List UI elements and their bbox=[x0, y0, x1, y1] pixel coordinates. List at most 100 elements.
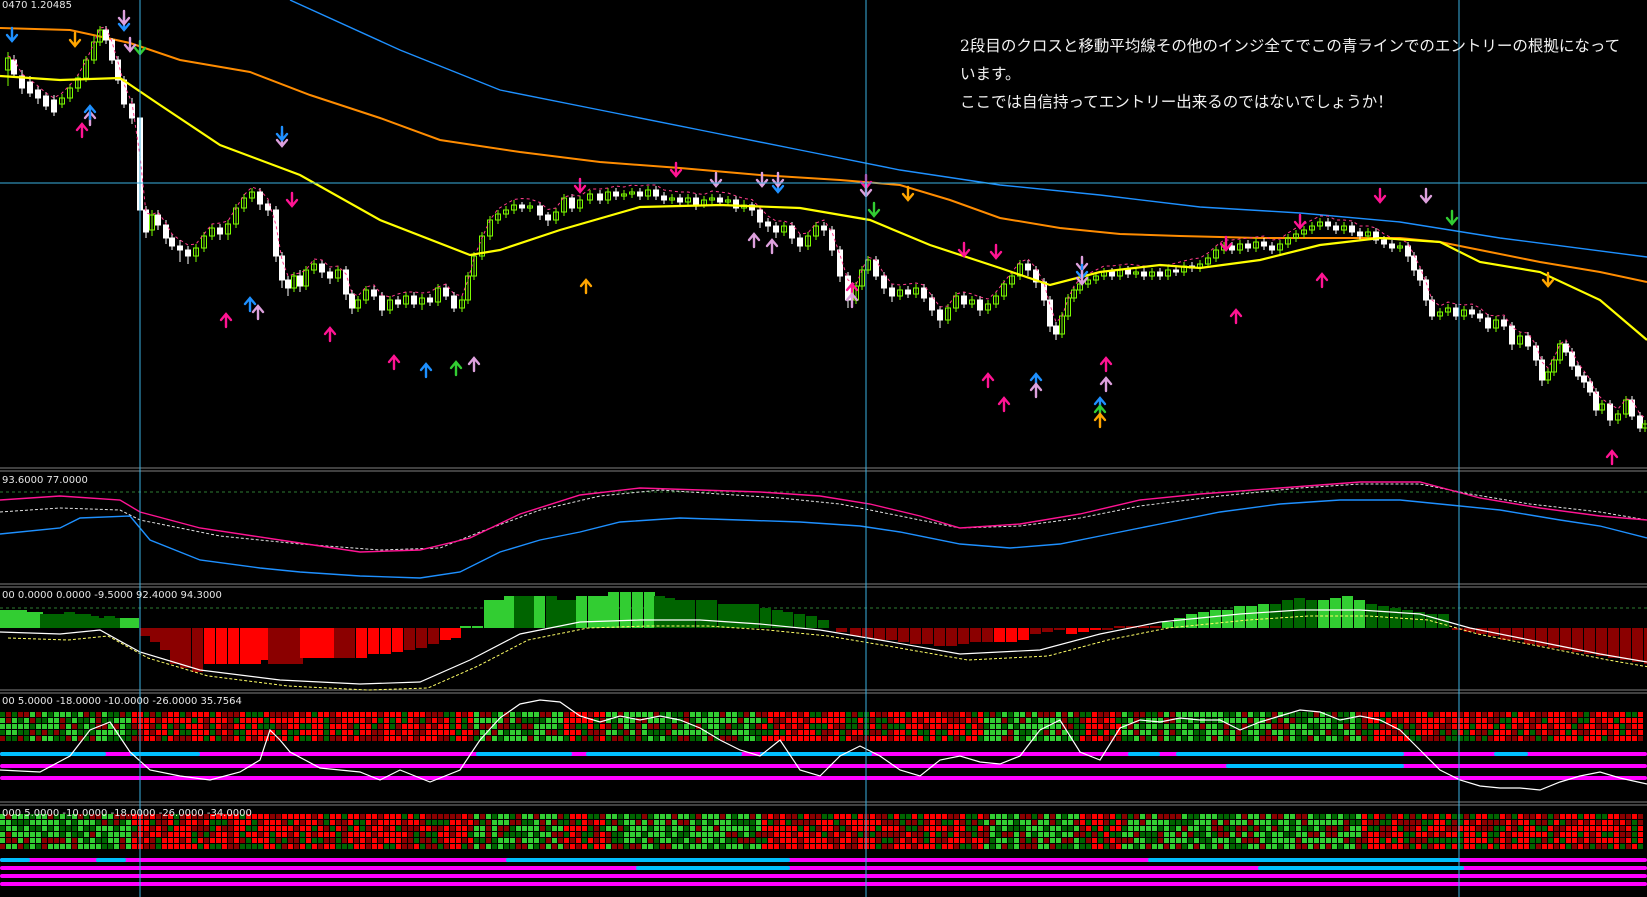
panel5-grid-cell bbox=[834, 832, 839, 837]
panel4-grid-cell bbox=[1038, 718, 1043, 723]
panel5-grid-cell bbox=[1428, 826, 1433, 831]
panel5-grid-cell bbox=[540, 844, 545, 849]
panel5-grid-cell bbox=[168, 844, 173, 849]
panel5-grid-cell bbox=[618, 832, 623, 837]
histogram-bar-98 bbox=[1030, 628, 1041, 634]
panel4-grid-cell bbox=[90, 712, 95, 717]
panel5-grid-cell bbox=[1596, 844, 1601, 849]
panel4-grid-cell bbox=[1212, 736, 1217, 741]
panel5-grid-cell bbox=[1278, 844, 1283, 849]
panel4-grid-cell bbox=[756, 730, 761, 735]
panel5-grid-cell bbox=[0, 826, 5, 831]
panel5-grid-cell bbox=[438, 820, 443, 825]
panel4-grid-cell bbox=[330, 718, 335, 723]
panel5-grid-cell bbox=[192, 826, 197, 831]
panel5-grid-cell bbox=[30, 844, 35, 849]
panel4-grid-cell bbox=[726, 712, 731, 717]
panel4-grid-cell bbox=[720, 724, 725, 729]
panel4-grid-cell bbox=[780, 718, 785, 723]
panel5-grid-cell bbox=[678, 844, 683, 849]
panel4-grid-cell bbox=[666, 730, 671, 735]
panel5-grid-cell bbox=[1392, 820, 1397, 825]
panel4-grid-cell bbox=[816, 736, 821, 741]
panel5-grid-cell bbox=[390, 832, 395, 837]
panel5-grid-cell bbox=[1206, 826, 1211, 831]
panel4-grid-cell bbox=[1128, 712, 1133, 717]
panel5-grid-cell bbox=[360, 844, 365, 849]
panel5-grid-cell bbox=[804, 820, 809, 825]
panel4-grid-cell bbox=[1416, 724, 1421, 729]
panel5-grid-cell bbox=[1524, 838, 1529, 843]
panel5-grid-cell bbox=[318, 832, 323, 837]
panel5-grid-cell bbox=[1098, 838, 1103, 843]
panel5-grid-cell bbox=[36, 820, 41, 825]
panel4-grid-cell bbox=[1446, 730, 1451, 735]
panel5-grid-cell bbox=[564, 820, 569, 825]
panel5-grid-cell bbox=[1542, 826, 1547, 831]
panel5-grid-cell bbox=[1104, 838, 1109, 843]
panel4-grid-cell bbox=[372, 724, 377, 729]
panel5-grid-cell bbox=[522, 820, 527, 825]
panel4-grid-cell bbox=[1284, 730, 1289, 735]
panel5-grid-cell bbox=[492, 838, 497, 843]
up-signal-arrow-icon bbox=[219, 312, 233, 329]
panel4-grid-cell bbox=[792, 718, 797, 723]
panel4-grid-cell bbox=[636, 712, 641, 717]
panel5-grid-cell bbox=[594, 820, 599, 825]
panel5-grid-cell bbox=[912, 832, 917, 837]
panel4-grid-cell bbox=[1080, 718, 1085, 723]
panel4-grid-cell bbox=[1290, 724, 1295, 729]
panel4-grid-cell bbox=[192, 718, 197, 723]
panel5-grid-cell bbox=[1074, 844, 1079, 849]
panel4-grid-cell bbox=[966, 724, 971, 729]
panel5-grid-cell bbox=[1044, 814, 1049, 819]
panel5-grid-cell bbox=[1014, 844, 1019, 849]
panel4-grid-cell bbox=[564, 724, 569, 729]
panel5-grid-cell bbox=[474, 838, 479, 843]
panel5-grid-cell bbox=[984, 832, 989, 837]
panel4-grid-cell bbox=[768, 724, 773, 729]
panel5-grid-cell bbox=[1308, 826, 1313, 831]
panel4-grid-cell bbox=[18, 736, 23, 741]
panel4-grid-cell bbox=[318, 724, 323, 729]
panel5-grid-cell bbox=[1344, 820, 1349, 825]
panel5-grid-cell bbox=[924, 832, 929, 837]
panel5-grid-cell bbox=[1464, 832, 1469, 837]
panel4-grid-cell bbox=[666, 736, 671, 741]
panel5-grid-cell bbox=[876, 820, 881, 825]
panel5-grid-cell bbox=[264, 814, 269, 819]
panel5-grid-cell bbox=[936, 832, 941, 837]
panel4-grid-cell bbox=[1188, 724, 1193, 729]
panel4-grid-cell bbox=[1062, 718, 1067, 723]
panel4-grid-cell bbox=[1320, 718, 1325, 723]
panel5-grid-cell bbox=[1302, 844, 1307, 849]
histogram-bar-100 bbox=[1054, 628, 1065, 630]
panel4-grid-cell bbox=[1386, 712, 1391, 717]
panel5-grid-cell bbox=[324, 814, 329, 819]
panel5-grid-cell bbox=[1200, 838, 1205, 843]
panel4-grid-cell bbox=[504, 730, 509, 735]
panel5-grid-cell bbox=[1236, 826, 1241, 831]
panel4-grid-cell bbox=[372, 712, 377, 717]
panel4-grid-cell bbox=[444, 724, 449, 729]
chart-canvas[interactable] bbox=[0, 0, 1647, 897]
panel5-grid-cell bbox=[846, 838, 851, 843]
panel5-grid-cell bbox=[372, 844, 377, 849]
panel4-grid-cell bbox=[90, 718, 95, 723]
panel4-grid-cell bbox=[1440, 724, 1445, 729]
panel5-grid-cell bbox=[1560, 844, 1565, 849]
panel4-grid-cell bbox=[906, 712, 911, 717]
panel5-grid-cell bbox=[1182, 820, 1187, 825]
panel4-grid-cell bbox=[990, 724, 995, 729]
up-signal-arrow-icon bbox=[765, 238, 779, 255]
panel5-grid-cell bbox=[354, 820, 359, 825]
panel4-grid-cell bbox=[1590, 730, 1595, 735]
panel5-grid-cell bbox=[546, 814, 551, 819]
panel5-grid-cell bbox=[1596, 832, 1601, 837]
panel4-grid-cell bbox=[834, 712, 839, 717]
panel5-grid-cell bbox=[828, 844, 833, 849]
panel5-grid-cell bbox=[894, 832, 899, 837]
panel4-grid-cell bbox=[1044, 718, 1049, 723]
panel5-grid-cell bbox=[1080, 826, 1085, 831]
panel4-grid-cell bbox=[1422, 736, 1427, 741]
